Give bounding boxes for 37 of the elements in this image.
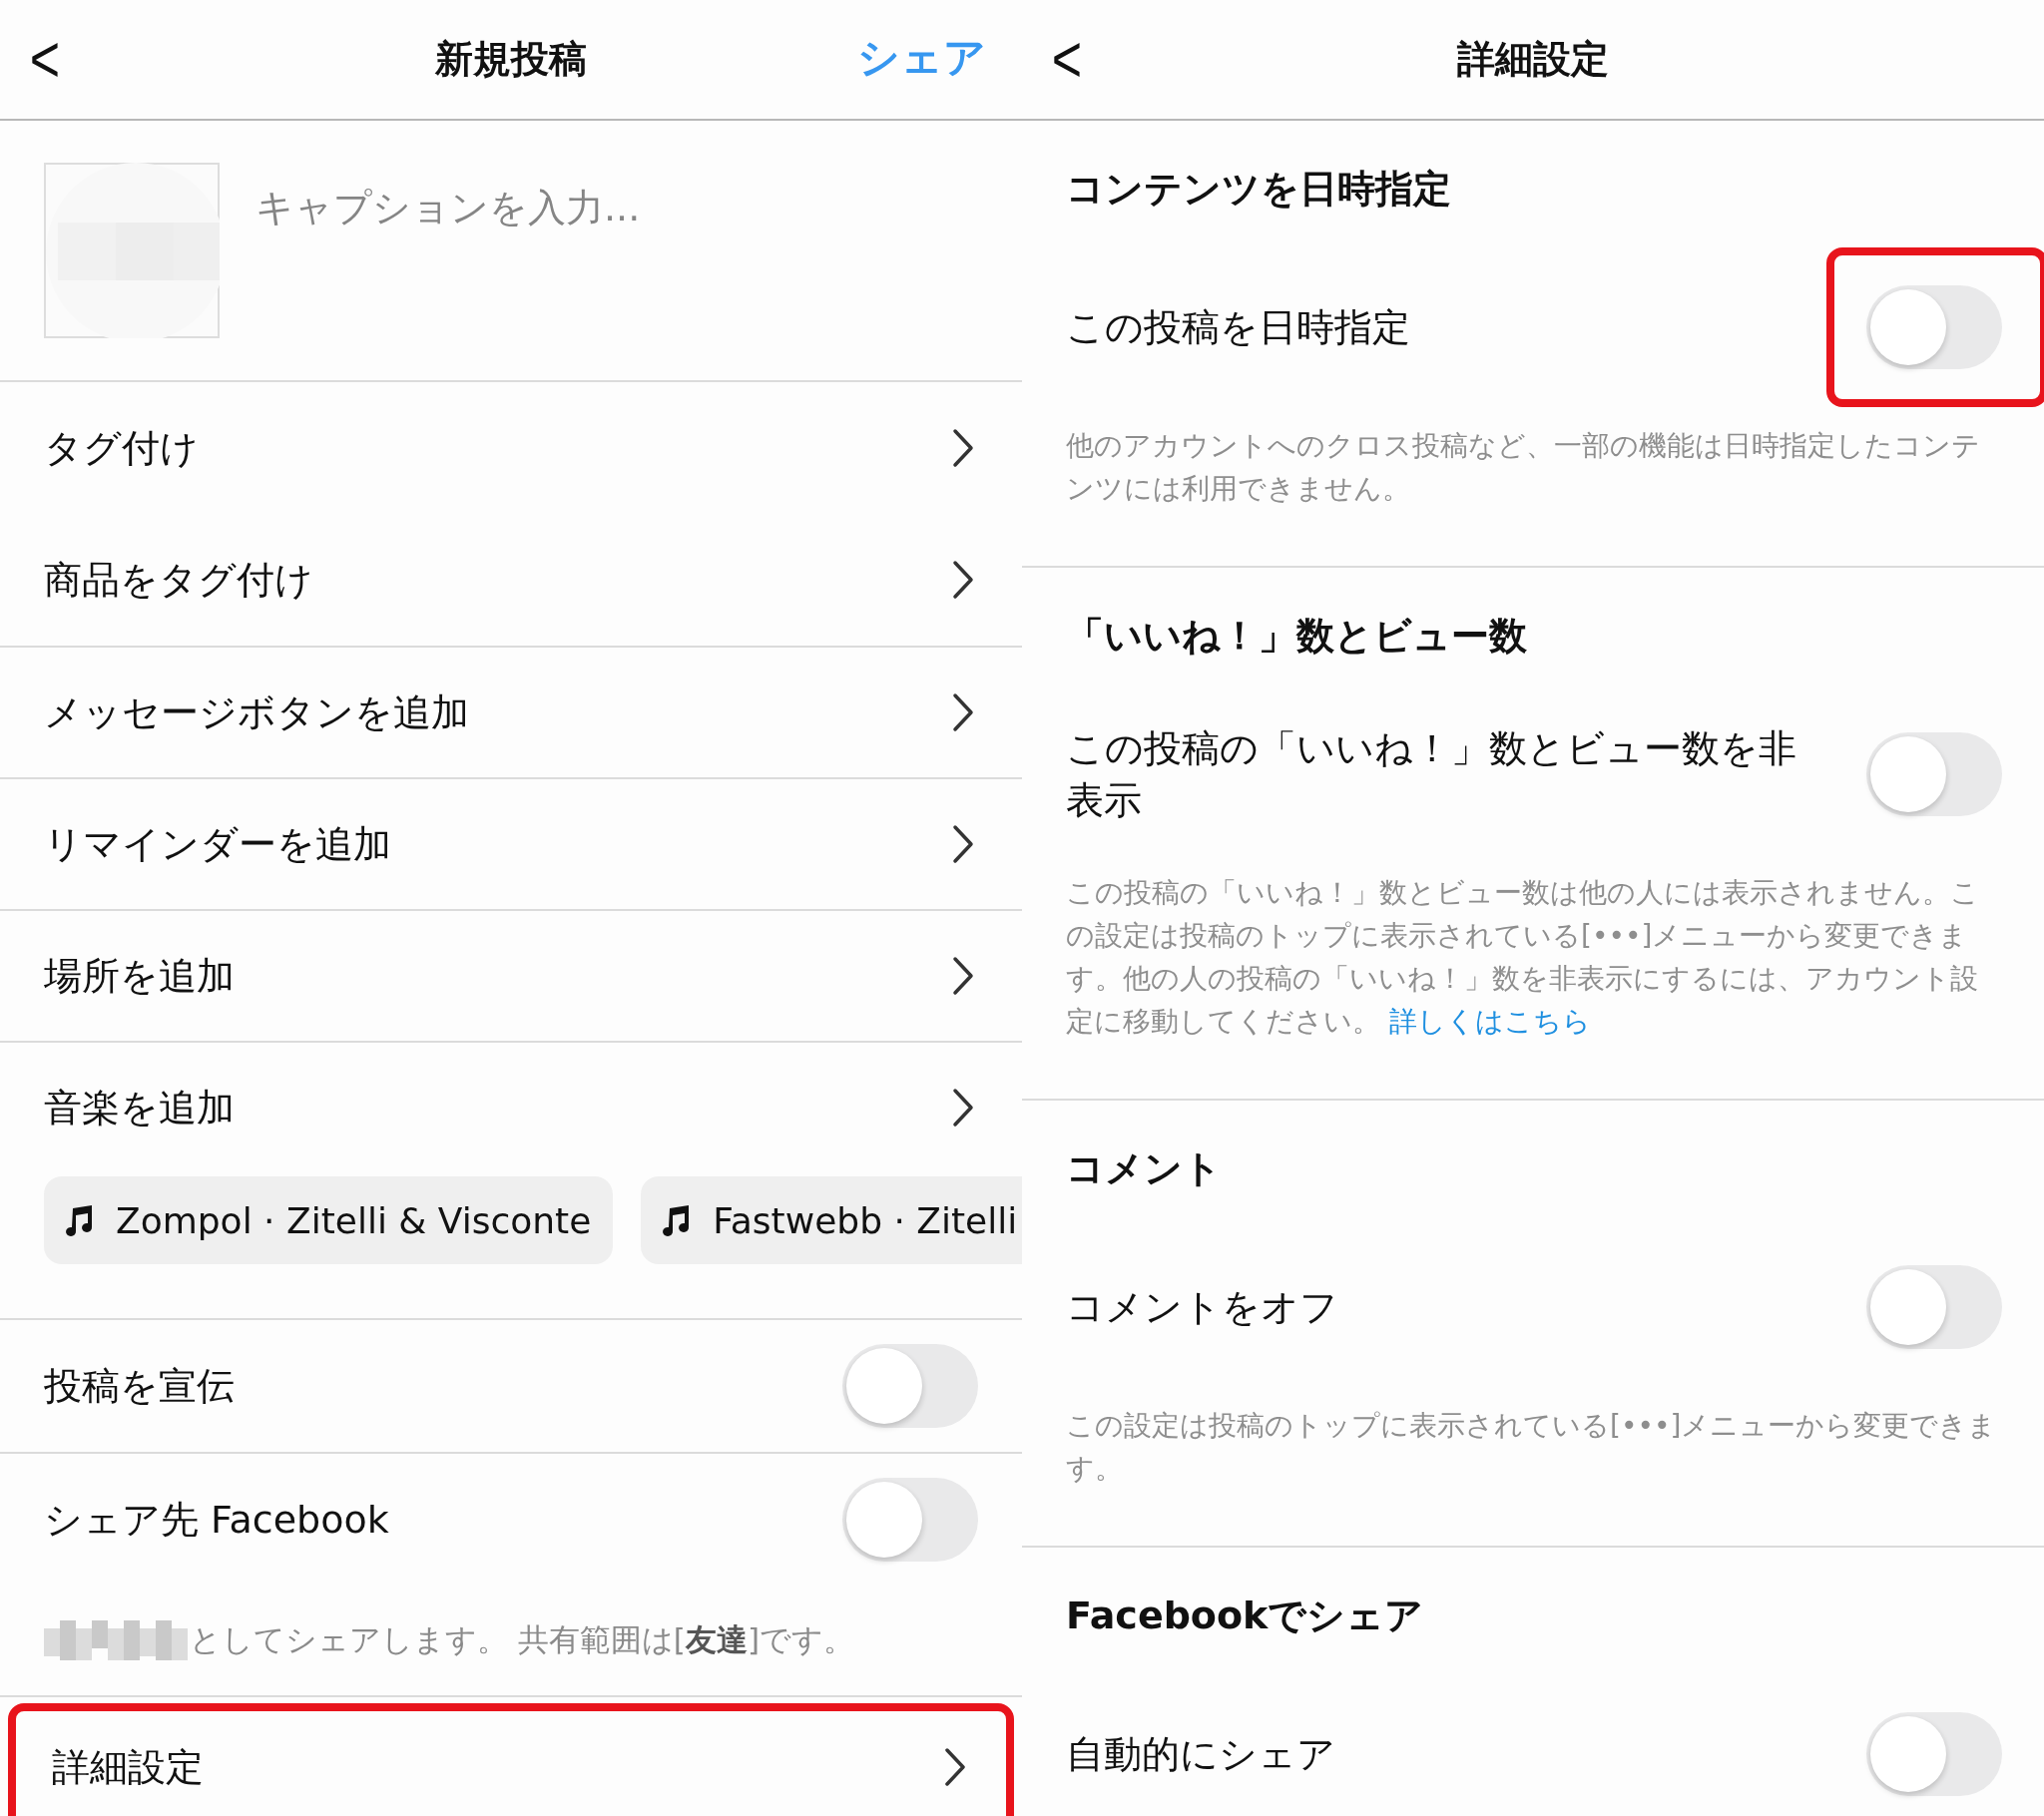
chevron-icon bbox=[952, 428, 974, 468]
menu-item[interactable]: 商品をタグ付け bbox=[0, 514, 1022, 646]
section-title: コンテンツを日時指定 bbox=[1066, 166, 1452, 213]
music-chip[interactable]: Fastwebb · Zitelli bbox=[641, 1176, 1022, 1264]
menu-item[interactable]: 音楽を追加 bbox=[0, 1041, 1022, 1172]
advanced-settings-item[interactable]: 詳細設定 bbox=[8, 1703, 1014, 1816]
screen-title: 新規投稿 bbox=[435, 36, 587, 83]
setting-description: この設定は投稿のトップに表示されている[•••]メニューから変更できます。 bbox=[1066, 1408, 1998, 1487]
music-note-icon bbox=[661, 1204, 692, 1236]
setting-description: 他のアカウントへのクロス投稿など、一部の機能は日時指定したコンテンツには利用できません。 bbox=[1066, 428, 1981, 507]
menu-item[interactable]: 場所を追加 bbox=[0, 909, 1022, 1041]
menu-item[interactable]: タグ付け bbox=[0, 382, 1022, 514]
caption-field[interactable]: キャプションを入力... bbox=[254, 185, 956, 230]
menu-item[interactable]: メッセージボタンを追加 bbox=[0, 646, 1022, 777]
setting-label: この投稿の「いいね！」数とビュー数を非表示 bbox=[1066, 725, 1797, 824]
share-note: としてシェアします。 共有範囲は[友達]です。 bbox=[190, 1620, 855, 1659]
section-title: コメント bbox=[1066, 1145, 1223, 1192]
setting-label: シェア先 Facebook bbox=[44, 1497, 389, 1544]
setting-label: この投稿を日時指定 bbox=[1066, 304, 1410, 351]
setting-label: 自動的にシェア bbox=[1066, 1731, 1335, 1778]
chevron-icon bbox=[944, 1747, 966, 1787]
setting-description: この投稿の「いいね！」数とビュー数は他の人には表示されません。この設定は投稿のトップに表示されている[•••]メニューから変更できます。他の人の投稿の「いいね！」数を非表示にするには、アカウント設定に移動してください。 詳しくはこちら bbox=[1066, 875, 1980, 1040]
chevron-icon bbox=[952, 956, 974, 996]
back-button[interactable]: < bbox=[20, 18, 70, 100]
chevron-icon bbox=[952, 692, 974, 732]
back-button[interactable]: < bbox=[1042, 18, 1092, 100]
music-chip[interactable]: Zompol · Zitelli & Visconte bbox=[44, 1176, 614, 1264]
chevron-icon bbox=[952, 560, 974, 600]
music-note-icon bbox=[64, 1204, 94, 1236]
chevron-icon bbox=[952, 824, 974, 864]
chevron-icon bbox=[952, 1088, 974, 1128]
section-title: 「いいね！」数とビュー数 bbox=[1066, 613, 1528, 660]
setting-label: コメントをオフ bbox=[1066, 1284, 1338, 1331]
menu-item[interactable]: リマインダーを追加 bbox=[0, 777, 1022, 909]
section-title: Facebookでシェア bbox=[1066, 1592, 1425, 1639]
screen-title: 詳細設定 bbox=[1457, 36, 1609, 83]
setting-label: 投稿を宣伝 bbox=[44, 1363, 235, 1410]
